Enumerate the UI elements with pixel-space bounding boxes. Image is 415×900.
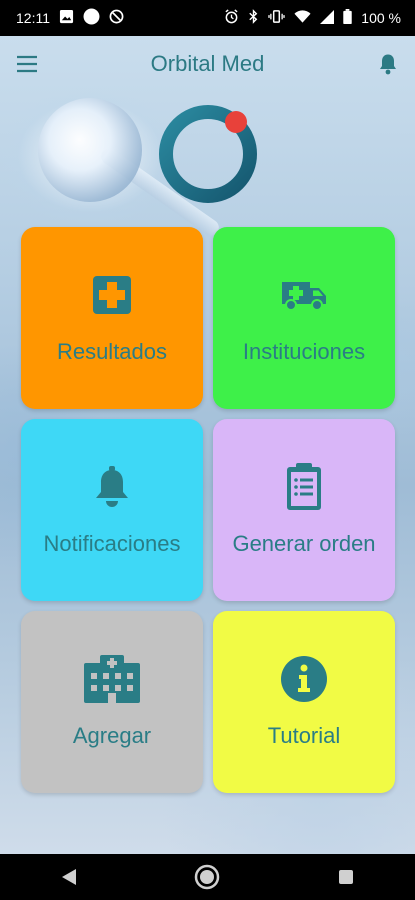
vibrate-icon xyxy=(268,9,285,27)
status-bar: 12:11 100 % xyxy=(0,0,415,36)
battery-icon xyxy=(343,9,353,27)
tile-label: Instituciones xyxy=(242,339,366,364)
tile-notificaciones[interactable]: Notificaciones xyxy=(21,419,203,601)
bluetooth-icon xyxy=(248,9,259,27)
status-time: 12:11 xyxy=(16,10,50,26)
tile-agregar[interactable]: Agregar xyxy=(21,611,203,793)
tile-label: Generar orden xyxy=(232,531,376,556)
tile-tutorial[interactable]: Tutorial xyxy=(213,611,395,793)
recents-icon[interactable] xyxy=(326,857,366,897)
medical-cross-icon xyxy=(93,271,131,319)
bell-icon xyxy=(94,463,130,511)
tile-label: Resultados xyxy=(56,339,168,364)
app-title: Orbital Med xyxy=(150,51,265,76)
app-logo xyxy=(156,102,260,206)
no-data-icon xyxy=(109,9,124,27)
home-icon[interactable] xyxy=(187,857,227,897)
app-bar: Orbital Med xyxy=(0,36,415,92)
tile-resultados[interactable]: Resultados xyxy=(21,227,203,409)
wifi-icon xyxy=(294,9,311,27)
menu-grid: Resultados Instituciones Notificaciones … xyxy=(21,227,395,793)
menu-icon[interactable] xyxy=(14,51,40,77)
tile-generar-orden[interactable]: Generar orden xyxy=(213,419,395,601)
clipboard-icon xyxy=(286,463,322,511)
tile-label: Tutorial xyxy=(267,723,341,748)
signal-icon xyxy=(320,9,335,27)
tile-label: Notificaciones xyxy=(43,531,181,556)
bell-icon[interactable] xyxy=(375,51,401,77)
alarm-icon xyxy=(224,9,239,27)
info-icon xyxy=(280,655,328,703)
image-icon xyxy=(59,9,74,27)
tile-instituciones[interactable]: Instituciones xyxy=(213,227,395,409)
battery-percent: 100 % xyxy=(361,10,401,26)
background-molecule xyxy=(38,98,142,202)
circle-icon xyxy=(83,8,100,28)
back-icon[interactable] xyxy=(49,857,89,897)
ambulance-icon xyxy=(280,271,328,319)
system-nav-bar xyxy=(0,854,415,900)
hospital-icon xyxy=(84,655,140,703)
home-screen: Orbital Med Resultados Instituciones Not… xyxy=(0,36,415,854)
tile-label: Agregar xyxy=(72,723,152,748)
